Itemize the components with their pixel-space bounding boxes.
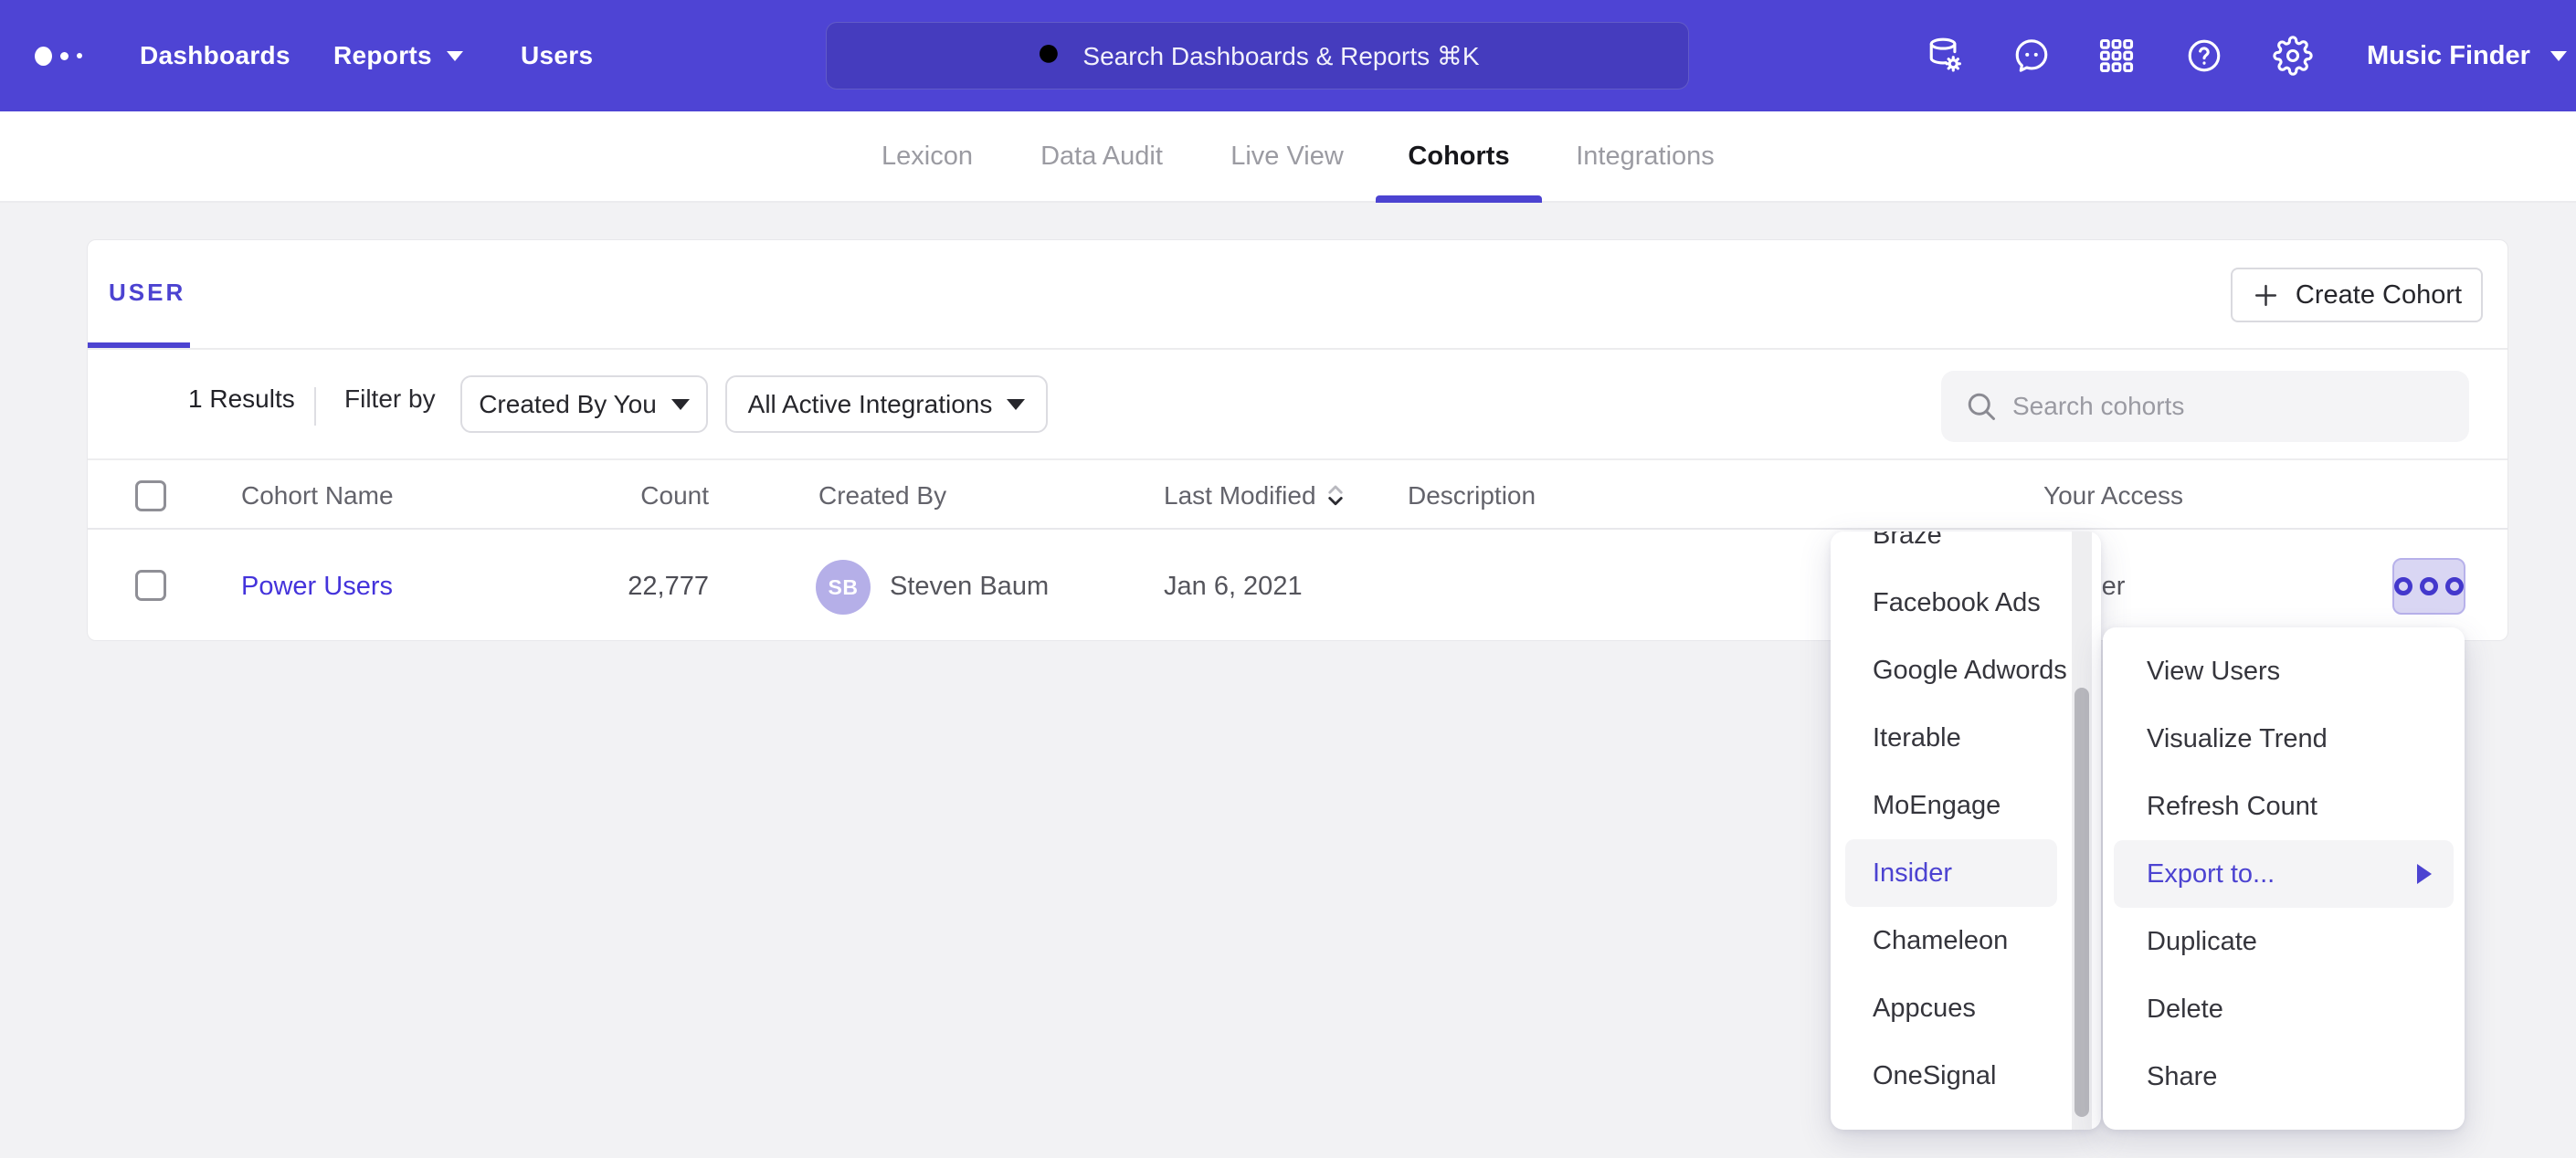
help-icon[interactable] xyxy=(2184,36,2224,76)
sort-descending-icon xyxy=(1325,482,1346,510)
plus-icon xyxy=(2252,281,2280,310)
cohort-search-input[interactable] xyxy=(1941,371,2469,442)
tab-cohorts[interactable]: Cohorts xyxy=(1408,111,1509,201)
column-header-last-modified: Last Modified xyxy=(1164,481,1346,511)
filter-by-label: Filter by xyxy=(344,384,436,414)
more-dots-icon xyxy=(2394,577,2412,595)
row-actions-menu: View Users Visualize Trend Refresh Count… xyxy=(2103,627,2465,1130)
submenu-item-google-adwords[interactable]: Google Adwords xyxy=(1831,637,2101,704)
divider xyxy=(88,458,2507,460)
cohort-name-link[interactable]: Power Users xyxy=(241,572,393,602)
column-header-count: Count xyxy=(549,481,709,511)
tab-data-audit[interactable]: Data Audit xyxy=(1040,111,1163,201)
submenu-item-onesignal[interactable]: OneSignal xyxy=(1831,1042,2101,1110)
integrations-filter-dropdown[interactable]: All Active Integrations xyxy=(725,375,1048,433)
divider xyxy=(88,528,2507,530)
menu-item-export-to[interactable]: Export to... xyxy=(2114,840,2454,908)
feedback-icon[interactable] xyxy=(2011,36,2052,76)
cohort-count: 22,777 xyxy=(549,572,709,602)
cohort-search xyxy=(1941,371,2469,442)
chevron-down-icon xyxy=(1007,399,1025,410)
submenu-item-appcues[interactable]: Appcues xyxy=(1831,974,2101,1042)
column-header-description: Description xyxy=(1408,481,1536,511)
menu-item-view-users[interactable]: View Users xyxy=(2103,637,2465,705)
created-by-filter-dropdown[interactable]: Created By You xyxy=(460,375,708,433)
create-cohort-button[interactable]: Create Cohort xyxy=(2231,268,2483,322)
tab-lexicon[interactable]: Lexicon xyxy=(882,111,973,201)
active-tab-underline xyxy=(1376,195,1542,203)
account-name: Music Finder xyxy=(2367,41,2530,71)
row-checkbox[interactable] xyxy=(135,570,166,601)
menu-item-visualize-trend[interactable]: Visualize Trend xyxy=(2103,705,2465,773)
nav-dashboards[interactable]: Dashboards xyxy=(140,0,290,111)
create-cohort-label: Create Cohort xyxy=(2296,280,2462,311)
column-header-created-by: Created By xyxy=(818,481,946,511)
tab-integrations[interactable]: Integrations xyxy=(1576,111,1715,201)
chevron-down-icon xyxy=(2550,51,2567,61)
menu-item-delete[interactable]: Delete xyxy=(2103,975,2465,1043)
export-destinations-submenu: Braze Facebook Ads Google Adwords Iterab… xyxy=(1831,532,2101,1130)
chevron-down-icon xyxy=(671,399,690,410)
divider xyxy=(314,387,316,426)
submenu-item-moengage[interactable]: MoEngage xyxy=(1831,772,2101,839)
nav-reports-label: Reports xyxy=(333,41,432,70)
creator-name: Steven Baum xyxy=(890,572,1049,602)
divider xyxy=(88,348,2507,350)
menu-item-duplicate[interactable]: Duplicate xyxy=(2103,908,2465,975)
nav-users[interactable]: Users xyxy=(521,0,593,111)
submenu-item-braze[interactable]: Braze xyxy=(1831,532,2101,569)
results-count: 1 Results xyxy=(188,384,295,414)
global-search-placeholder: Search Dashboards & Reports ⌘K xyxy=(1082,41,1479,71)
tab-user-cohorts[interactable]: USER xyxy=(109,279,185,307)
mixpanel-logo-icon[interactable] xyxy=(35,0,82,111)
top-nav: Dashboards Reports Users Search Dashboar… xyxy=(0,0,2576,111)
search-icon xyxy=(1035,40,1066,71)
nav-users-label: Users xyxy=(521,41,593,70)
last-modified-date: Jan 6, 2021 xyxy=(1164,572,1303,602)
cohorts-card: USER Create Cohort 1 Results Filter by C… xyxy=(87,239,2508,641)
row-more-actions-button[interactable] xyxy=(2392,558,2465,615)
account-menu[interactable]: Music Finder xyxy=(2367,0,2567,111)
tab-live-view[interactable]: Live View xyxy=(1230,111,1344,201)
submenu-item-facebook-ads[interactable]: Facebook Ads xyxy=(1831,569,2101,637)
nav-dashboards-label: Dashboards xyxy=(140,41,290,70)
submenu-item-insider[interactable]: Insider xyxy=(1845,839,2057,907)
menu-item-share[interactable]: Share xyxy=(2103,1043,2465,1111)
cohorts-page: Dashboards Reports Users Search Dashboar… xyxy=(0,0,2576,1158)
settings-gear-icon[interactable] xyxy=(2273,36,2313,76)
submenu-arrow-icon xyxy=(2417,864,2432,884)
column-header-cohort-name: Cohort Name xyxy=(241,481,394,511)
submenu-item-chameleon[interactable]: Chameleon xyxy=(1831,907,2101,974)
global-search[interactable]: Search Dashboards & Reports ⌘K xyxy=(826,22,1689,89)
menu-item-refresh-count[interactable]: Refresh Count xyxy=(2103,773,2465,840)
nav-reports[interactable]: Reports xyxy=(333,0,463,111)
creator-avatar: SB xyxy=(816,560,871,615)
chevron-down-icon xyxy=(447,51,463,61)
data-management-icon[interactable] xyxy=(1924,36,1964,76)
export-destinations-list: Braze Facebook Ads Google Adwords Iterab… xyxy=(1831,532,2101,1110)
apps-grid-icon[interactable] xyxy=(2096,36,2137,76)
column-header-your-access: Your Access xyxy=(2043,481,2183,511)
select-all-checkbox[interactable] xyxy=(135,480,166,511)
submenu-scrollbar-thumb[interactable] xyxy=(2075,688,2089,1117)
submenu-item-iterable[interactable]: Iterable xyxy=(1831,704,2101,772)
search-icon xyxy=(1965,390,1998,423)
section-tabs: Lexicon Data Audit Live View Cohorts Int… xyxy=(0,111,2576,203)
last-modified-sort-control[interactable]: Last Modified xyxy=(1164,481,1346,511)
